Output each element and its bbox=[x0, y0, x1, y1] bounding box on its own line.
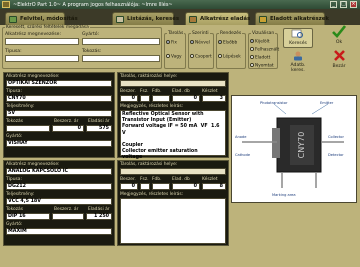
item1-maker[interactable]: VISHAY bbox=[6, 140, 112, 147]
radio-fix[interactable]: Fix bbox=[166, 40, 177, 46]
maker-search-input[interactable] bbox=[82, 38, 160, 45]
db-search-button[interactable]: Adatb. keres. bbox=[283, 51, 313, 73]
svg-text:Anode: Anode bbox=[235, 135, 247, 139]
filter-order-group: Rendezés Elsőbb Lépések bbox=[216, 31, 246, 69]
filter-view-group: Vizuálisan Kijelölt Felhasznált Eladott … bbox=[248, 31, 279, 69]
minimize-button[interactable]: _ bbox=[330, 1, 337, 8]
location-search-input[interactable] bbox=[82, 55, 160, 62]
app-icon bbox=[2, 1, 10, 8]
tab-sold[interactable]: Eladott alkatrészek bbox=[255, 12, 329, 25]
item2-value[interactable]: VCC 4,5 18V bbox=[6, 198, 112, 205]
close-window-button[interactable]: × bbox=[350, 1, 357, 8]
type-label: Típusa: bbox=[5, 49, 22, 54]
item2-sell-price[interactable]: 1 250 bbox=[86, 213, 112, 220]
item2-type[interactable]: DG212 bbox=[6, 183, 112, 190]
item2-qty-buy[interactable]: 0 bbox=[120, 183, 138, 190]
radio-eladott[interactable]: Eladott bbox=[250, 55, 270, 61]
tab-bar: Felvitel, módosítás Listázás, keresés Al… bbox=[0, 9, 360, 25]
item1-storage: Tárolás, raktározási helye: Beszer. Fsz.… bbox=[117, 72, 229, 160]
item1-qty-buy[interactable]: 0 bbox=[120, 95, 138, 102]
radio-elsobb[interactable]: Elsőbb bbox=[218, 40, 237, 46]
title-bar: ~ElektrO Part 1.0~ A program jogos felha… bbox=[0, 0, 360, 9]
location-label: Tokozás: bbox=[82, 49, 102, 54]
radio-vagy[interactable]: Vagy bbox=[166, 54, 182, 60]
name-label: Alkatrész megnevezése: bbox=[5, 32, 61, 37]
tab-list[interactable]: Listázás, keresés bbox=[112, 12, 179, 25]
svg-text:Marking area: Marking area bbox=[272, 193, 296, 197]
main-panel: Keresett, szűrési feltételek megadása Al… bbox=[0, 25, 360, 267]
tab-edit[interactable]: Felvitel, módosítás bbox=[5, 12, 78, 25]
item1-value[interactable]: 5V bbox=[6, 110, 112, 117]
window-title: ~ElektrO Part 1.0~ A program jogos felha… bbox=[13, 1, 173, 8]
item2-fsz[interactable] bbox=[140, 183, 150, 190]
item2-storage: Tárolás, raktározási helye: Beszer. Fsz.… bbox=[117, 160, 229, 246]
type-search-input[interactable] bbox=[5, 55, 79, 62]
radio-nevvel[interactable]: Névvel bbox=[190, 40, 210, 46]
maker-label: Gyártó: bbox=[82, 32, 100, 37]
filter-sort-group: Tárolás Fix Vagy bbox=[164, 31, 186, 69]
svg-text:Cathode: Cathode bbox=[235, 153, 251, 157]
close-button[interactable]: Bezár bbox=[328, 49, 350, 71]
search-icon bbox=[291, 29, 303, 38]
cart-icon bbox=[189, 16, 197, 23]
item1-purchase-price[interactable]: 0 bbox=[52, 125, 84, 132]
folder-icon bbox=[259, 16, 267, 23]
svg-text:Collector: Collector bbox=[328, 135, 344, 139]
item2-name[interactable]: ANALOG KAPCSOLÓ IC bbox=[6, 168, 112, 175]
item2-fdb[interactable] bbox=[152, 183, 170, 190]
item2-sold-qty[interactable]: 0 bbox=[172, 183, 200, 190]
search-group: Keresett, szűrési feltételek megadása Al… bbox=[2, 25, 162, 69]
item1-name[interactable]: OPTIKAI SZENZOR bbox=[6, 80, 112, 87]
item2-stock[interactable]: 8 bbox=[202, 183, 226, 190]
radio-lepesek[interactable]: Lépések bbox=[218, 54, 241, 60]
edit-icon bbox=[9, 16, 17, 23]
ok-button[interactable]: Ok bbox=[328, 25, 350, 47]
item2-maker[interactable]: MAXIM bbox=[6, 228, 112, 235]
item2-location[interactable]: DIP 16 bbox=[6, 213, 50, 220]
item2-details: Alkatrész megnevezése: ANALOG KAPCSOLÓ I… bbox=[3, 160, 115, 246]
chip-label: CNY70 bbox=[297, 132, 306, 159]
item1-sold-qty[interactable]: 0 bbox=[172, 95, 200, 102]
user-icon bbox=[294, 51, 302, 61]
filter-mode-group: Szerinti Névvel Csoport bbox=[188, 31, 214, 69]
svg-text:Detector: Detector bbox=[328, 153, 344, 157]
svg-text:Phototransistor: Phototransistor bbox=[260, 101, 288, 105]
item1-type[interactable]: CNY70 bbox=[6, 95, 112, 102]
svg-text:Emitter: Emitter bbox=[320, 101, 334, 105]
item1-details: Alkatrész megnevezése: OPTIKAI SZENZOR T… bbox=[3, 72, 115, 158]
item1-description[interactable]: Reflective Optical Sensor with Transisto… bbox=[120, 110, 226, 160]
search-button[interactable]: Keresés bbox=[283, 28, 313, 48]
list-icon bbox=[116, 16, 124, 23]
item2-description[interactable] bbox=[120, 198, 226, 244]
maximize-button[interactable]: □ bbox=[340, 1, 347, 8]
radio-felhasznalt[interactable]: Felhasznált bbox=[250, 47, 279, 53]
radio-nyomtat[interactable]: Nyomtat bbox=[250, 63, 274, 69]
item2-purchase-price[interactable] bbox=[52, 213, 84, 220]
radio-kijelolt[interactable]: Kijelölt bbox=[250, 39, 270, 45]
checkmark-icon bbox=[332, 25, 347, 38]
component-image: CNY70 Phototransistor Emitter Anode Cath… bbox=[231, 95, 357, 203]
name-search-input[interactable] bbox=[5, 38, 79, 45]
cny70-diagram: CNY70 Phototransistor Emitter Anode Cath… bbox=[235, 101, 344, 197]
item1-sell-price[interactable]: 575 bbox=[86, 125, 112, 132]
item1-stock[interactable]: 3 bbox=[202, 95, 226, 102]
close-icon bbox=[333, 50, 345, 61]
item1-place[interactable] bbox=[120, 80, 226, 87]
tab-sell[interactable]: Alkatrész eladás bbox=[185, 12, 250, 25]
item1-fdb[interactable] bbox=[152, 95, 170, 102]
item1-location[interactable] bbox=[6, 125, 50, 132]
item1-fsz[interactable] bbox=[140, 95, 150, 102]
radio-csoport[interactable]: Csoport bbox=[190, 54, 212, 60]
item2-place[interactable] bbox=[120, 168, 226, 175]
